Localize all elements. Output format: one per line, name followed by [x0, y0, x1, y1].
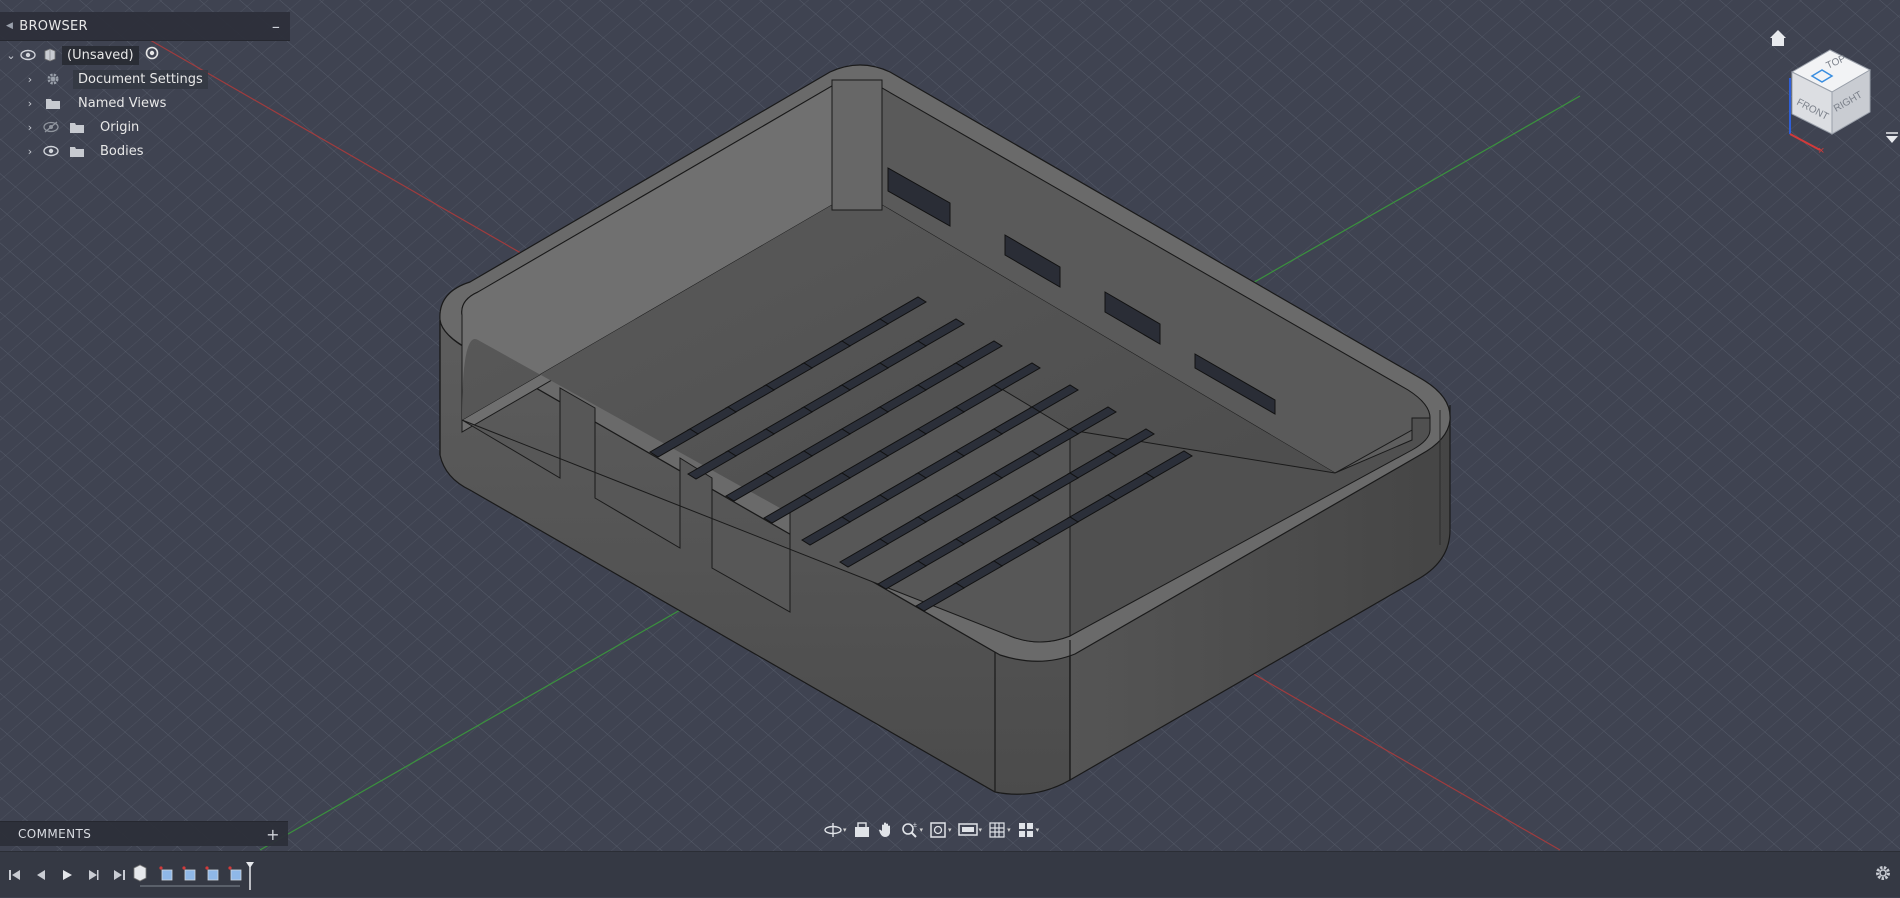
- inner-corner-post: [831, 79, 883, 211]
- home-icon[interactable]: [1770, 30, 1786, 46]
- folder-icon: [65, 143, 89, 159]
- comments-panel[interactable]: COMMENTS +: [0, 821, 288, 846]
- tree-item-origin[interactable]: › Origin: [0, 115, 290, 139]
- minimize-button[interactable]: –: [262, 17, 290, 36]
- chevron-right-icon[interactable]: ›: [23, 97, 37, 110]
- extrude-feature-icon[interactable]: [182, 866, 196, 881]
- component-icon[interactable]: [133, 864, 147, 882]
- extrude-feature-icon[interactable]: [159, 866, 173, 881]
- orbit-icon[interactable]: ▾: [822, 819, 849, 841]
- go-to-start-icon[interactable]: [4, 866, 26, 884]
- viewports-icon[interactable]: ▾: [1015, 819, 1042, 841]
- look-at-icon[interactable]: [851, 819, 873, 841]
- timeline-controls: [4, 866, 130, 884]
- panel-collapse-icon[interactable]: ◀: [6, 21, 13, 31]
- play-icon[interactable]: [56, 866, 78, 884]
- tree-item-label: Origin: [100, 119, 140, 135]
- tree-item-label: Named Views: [78, 95, 167, 111]
- step-back-icon[interactable]: [30, 866, 52, 884]
- active-radio-icon[interactable]: [145, 46, 159, 64]
- chevron-right-icon[interactable]: ›: [23, 121, 37, 134]
- view-cube-menu-icon[interactable]: [1886, 132, 1898, 143]
- tree-item-document-settings[interactable]: › Document Settings: [0, 67, 290, 91]
- extrude-feature-icon[interactable]: [228, 866, 242, 881]
- gear-icon: [41, 71, 65, 87]
- comments-title: COMMENTS: [18, 827, 92, 841]
- eye-icon[interactable]: [18, 48, 38, 62]
- tree-item-label: Document Settings: [73, 69, 208, 89]
- view-cube-box[interactable]: TOP FRONT RIGHT: [1790, 49, 1872, 135]
- view-cube[interactable]: TOP FRONT RIGHT ×: [1770, 12, 1900, 157]
- timeline-marker[interactable]: [246, 862, 254, 890]
- tree-item-named-views[interactable]: › Named Views: [0, 91, 290, 115]
- add-comment-button[interactable]: +: [258, 825, 288, 844]
- folder-icon: [41, 95, 65, 111]
- navigation-toolbar: ▾ ± ▾ ▾ ▾ ▾ ▾: [822, 818, 1041, 842]
- root-label: (Unsaved): [62, 45, 139, 65]
- browser-title: BROWSER: [19, 18, 88, 34]
- grid-icon[interactable]: ▾: [986, 819, 1013, 841]
- timeline-bar: [0, 851, 1900, 897]
- pan-icon[interactable]: [875, 819, 897, 841]
- tree-item-bodies[interactable]: › Bodies: [0, 139, 290, 163]
- chevron-right-icon[interactable]: ›: [23, 73, 37, 86]
- go-to-end-icon[interactable]: [108, 866, 130, 884]
- timeline-features: [130, 860, 260, 898]
- browser-tree: ⌄ (Unsaved) › Document Settings › Named …: [0, 41, 290, 163]
- step-forward-icon[interactable]: [82, 866, 104, 884]
- eye-hidden-icon[interactable]: [41, 120, 61, 134]
- svg-text:±: ±: [913, 822, 917, 829]
- fit-icon[interactable]: ▾: [927, 819, 954, 841]
- eye-icon[interactable]: [41, 144, 61, 158]
- display-settings-icon[interactable]: ▾: [956, 819, 985, 841]
- chevron-right-icon[interactable]: ›: [23, 145, 37, 158]
- chevron-down-icon[interactable]: ⌄: [4, 49, 18, 62]
- tree-root[interactable]: ⌄ (Unsaved): [0, 43, 290, 67]
- tree-item-label: Bodies: [100, 143, 144, 159]
- browser-header: ◀ BROWSER –: [0, 12, 290, 41]
- folder-icon: [65, 119, 89, 135]
- browser-panel: ◀ BROWSER – ⌄ (Unsaved) › Document Setti…: [0, 12, 290, 163]
- extrude-feature-icon[interactable]: [205, 866, 219, 881]
- zoom-icon[interactable]: ± ▾: [899, 819, 926, 841]
- timeline-settings-gear-icon[interactable]: [1874, 864, 1892, 886]
- document-icon: [38, 47, 62, 63]
- svg-text:×: ×: [1818, 145, 1824, 157]
